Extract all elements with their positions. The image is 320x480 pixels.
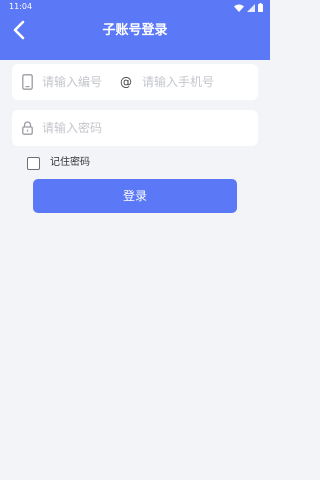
remember-password-row[interactable]: 记住密码 (27, 155, 90, 171)
signal-icon (247, 0, 255, 16)
password-card: 请输入密码 (12, 110, 258, 146)
remember-label: 记住密码 (50, 157, 90, 168)
app-header: 11:04 子账号登录 (0, 0, 270, 60)
lock-icon (20, 119, 34, 137)
status-icons (234, 2, 263, 12)
page-title: 子账号登录 (102, 23, 168, 38)
status-bar: 11:04 (0, 0, 270, 14)
status-time: 11:04 (9, 2, 33, 11)
wifi-icon (234, 0, 244, 16)
account-number-input[interactable]: 请输入编号 (42, 73, 102, 91)
battery-icon (258, 0, 263, 16)
at-sign: @ (120, 75, 132, 89)
phone-number-input[interactable]: 请输入手机号 (142, 73, 214, 91)
account-card: 请输入编号 @ 请输入手机号 (12, 64, 258, 100)
phone-icon (20, 73, 34, 91)
login-button[interactable]: 登录 (33, 179, 237, 213)
password-input[interactable]: 请输入密码 (42, 119, 102, 137)
remember-checkbox[interactable] (27, 156, 40, 170)
